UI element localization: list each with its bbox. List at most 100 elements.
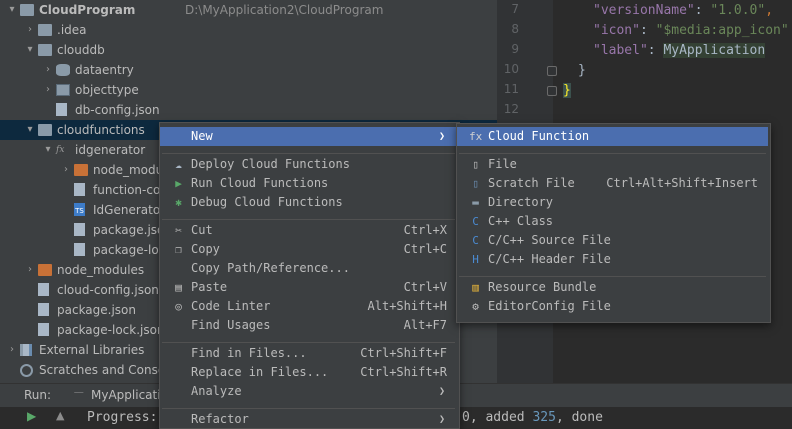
menu-item-file[interactable]: ▯ File	[457, 155, 768, 174]
fold-marker-icon[interactable]	[547, 86, 557, 96]
progress-prefix: 0, added	[462, 410, 533, 425]
chevron-down-icon[interactable]: ▾	[24, 40, 36, 60]
scratch-file-icon: ▯	[472, 177, 479, 190]
scroll-up-icon[interactable]: ▲	[56, 409, 64, 422]
menu-item-deploy-cloud-functions[interactable]: ☁ Deploy Cloud Functions	[160, 155, 457, 174]
resource-bundle-icon: ▥	[472, 281, 479, 294]
rerun-icon[interactable]: ▶	[27, 409, 36, 423]
tree-item-label: node_modules	[57, 263, 145, 277]
menu-item-scratch-file[interactable]: ▯ Scratch File Ctrl+Alt+Shift+Insert	[457, 174, 768, 193]
code-token: :	[647, 43, 664, 58]
menu-item-shortcut: Ctrl+V	[403, 280, 447, 294]
folder-icon	[38, 44, 52, 56]
line-number: 8	[511, 22, 519, 36]
chevron-right-icon[interactable]: ›	[24, 260, 36, 280]
menu-item-editorconfig-file[interactable]: ⚙ EditorConfig File	[457, 297, 768, 316]
chevron-down-icon[interactable]: ▾	[6, 0, 18, 20]
menu-item-cut[interactable]: ✂ Cut Ctrl+X	[160, 221, 457, 240]
code-line[interactable]: "icon": "$media:app_icon"	[593, 23, 789, 38]
menu-item-analyze[interactable]: Analyze ❯	[160, 382, 457, 401]
tree-item[interactable]: › .idea	[0, 20, 497, 40]
menu-item-shortcut: Ctrl+Shift+F	[360, 346, 447, 360]
paste-icon: ▤	[175, 281, 182, 294]
tree-item[interactable]: ▾ CloudProgram D:\MyApplication2\CloudProg…	[0, 0, 497, 20]
menu-item-run-cloud-functions[interactable]: ▶ Run Cloud Functions	[160, 174, 457, 193]
menu-item-directory[interactable]: ▬ Directory	[457, 193, 768, 212]
menu-item-refactor[interactable]: Refactor ❯	[160, 410, 457, 429]
chevron-right-icon[interactable]: ›	[60, 160, 72, 180]
chevron-down-icon[interactable]: ▾	[24, 120, 36, 140]
cpp-class-icon: C	[472, 215, 479, 228]
gear-icon: ⚙	[472, 300, 479, 313]
code-token: :	[694, 3, 711, 18]
code-token: "label"	[593, 43, 648, 58]
code-token: "versionName"	[593, 3, 695, 18]
run-icon: ▶	[175, 177, 182, 190]
scratches-icon	[20, 364, 33, 377]
menu-separator	[162, 153, 455, 154]
tree-item[interactable]: › dataentry	[0, 60, 497, 80]
menu-item-label: C++ Class	[488, 214, 554, 228]
json-file-icon	[74, 183, 85, 196]
menu-item-label: Copy	[191, 242, 220, 256]
code-line[interactable]: }	[578, 63, 586, 78]
code-token: :	[639, 23, 656, 38]
menu-item-label: Analyze	[191, 384, 242, 398]
menu-separator	[162, 408, 455, 409]
menu-separator	[162, 219, 455, 220]
tree-item[interactable]: ▾ clouddb	[0, 40, 497, 60]
tree-item-path: D:\MyApplication2\CloudProgram	[185, 3, 384, 17]
menu-item-c-c-header-file[interactable]: H C/C++ Header File	[457, 250, 768, 269]
menu-item-new[interactable]: New ❯	[160, 127, 457, 146]
line-number: 12	[503, 102, 519, 116]
tree-item-label: cloud-config.json	[57, 283, 159, 297]
chevron-right-icon[interactable]: ›	[6, 340, 18, 360]
tree-item-label: dataentry	[75, 63, 134, 77]
menu-item-cloud-function[interactable]: fx Cloud Function	[457, 127, 768, 146]
fold-marker-icon[interactable]	[547, 66, 557, 76]
tree-item-label: .idea	[57, 23, 87, 37]
code-token: "$media:app_icon"	[655, 23, 789, 38]
chevron-right-icon[interactable]: ›	[24, 20, 36, 40]
menu-item-paste[interactable]: ▤ Paste Ctrl+V	[160, 278, 457, 297]
menu-item-label: Replace in Files...	[191, 365, 329, 379]
menu-item-debug-cloud-functions[interactable]: ✱ Debug Cloud Functions	[160, 193, 457, 212]
copy-icon: ❐	[175, 243, 182, 256]
menu-item-c-class[interactable]: C C++ Class	[457, 212, 768, 231]
menu-item-label: Cut	[191, 223, 213, 237]
tree-item-label: clouddb	[57, 43, 105, 57]
menu-item-find-usages[interactable]: Find Usages Alt+F7	[160, 316, 457, 335]
menu-item-c-c-source-file[interactable]: C C/C++ Source File	[457, 231, 768, 250]
cpp-header-icon: H	[472, 253, 479, 266]
menu-item-copy[interactable]: ❐ Copy Ctrl+C	[160, 240, 457, 259]
chevron-down-icon[interactable]: ▾	[42, 140, 54, 160]
chevron-right-icon[interactable]: ›	[42, 80, 54, 100]
menu-item-label: C/C++ Header File	[488, 252, 611, 266]
menu-item-label: Debug Cloud Functions	[191, 195, 343, 209]
menu-item-label: Copy Path/Reference...	[191, 261, 350, 275]
ts-file-icon: TS	[74, 203, 85, 216]
menu-item-label: Find Usages	[191, 318, 271, 332]
menu-item-replace-in-files[interactable]: Replace in Files... Ctrl+Shift+R	[160, 363, 457, 382]
menu-item-label: Refactor	[191, 412, 249, 426]
chevron-right-icon[interactable]: ›	[42, 60, 54, 80]
menu-item-copy-path-reference[interactable]: Copy Path/Reference...	[160, 259, 457, 278]
context-menu: New ❯ ☁ Deploy Cloud Functions ▶ Run Cloud Fu…	[159, 122, 460, 429]
progress-added-count: 325	[532, 410, 556, 425]
debug-icon: ✱	[175, 196, 182, 209]
code-line[interactable]: "versionName": "1.0.0",	[593, 3, 773, 18]
folder-icon	[38, 24, 52, 36]
menu-item-code-linter[interactable]: ◎ Code Linter Alt+Shift+H	[160, 297, 457, 316]
code-line[interactable]: "label": MyApplication	[593, 43, 766, 58]
tree-item-label: db-config.json	[75, 103, 160, 117]
submenu-arrow-icon: ❯	[438, 386, 445, 397]
menu-item-find-in-files[interactable]: Find in Files... Ctrl+Shift+F	[160, 344, 457, 363]
cloud-upload-icon: ☁	[175, 158, 182, 171]
code-line[interactable]: }	[563, 83, 571, 98]
menu-item-shortcut: Ctrl+C	[403, 242, 447, 256]
menu-item-resource-bundle[interactable]: ▥ Resource Bundle	[457, 278, 768, 297]
menu-item-label: File	[488, 157, 517, 171]
tree-item[interactable]: db-config.json	[0, 100, 497, 120]
tree-item-label: External Libraries	[39, 343, 145, 357]
tree-item[interactable]: › objecttype	[0, 80, 497, 100]
